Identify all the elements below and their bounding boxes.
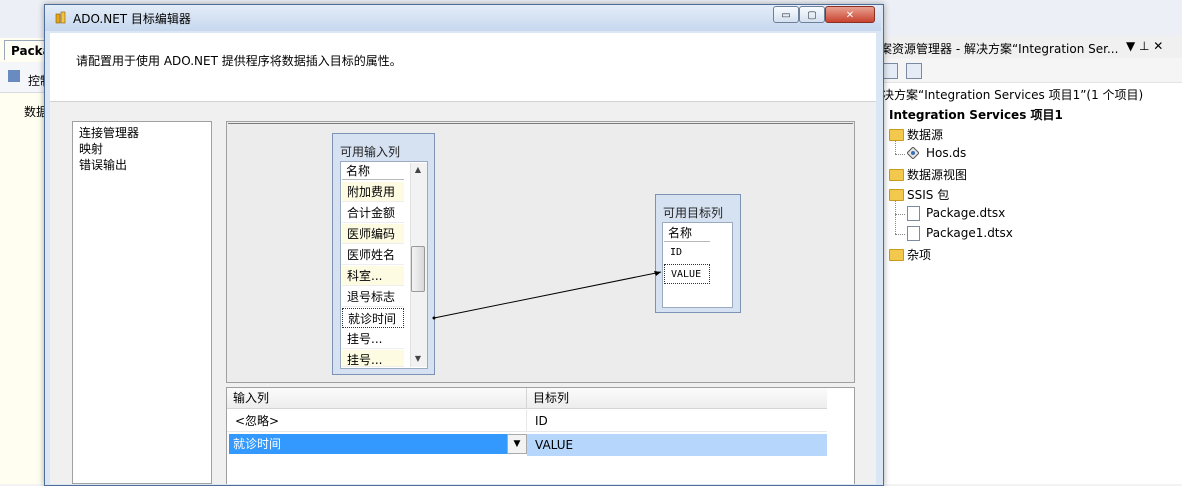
input-columns-header: 名称: [342, 163, 404, 180]
input-column-item[interactable]: 挂号...: [342, 350, 404, 367]
input-column-item-selected[interactable]: 就诊时间: [342, 308, 404, 328]
tree-solution[interactable]: 决方案“Integration Services 项目1”(1 个项目): [882, 86, 1143, 103]
properties-icon[interactable]: [882, 63, 898, 79]
tree-datasource-file[interactable]: Hos.ds: [926, 146, 966, 160]
available-destination-columns-title: 可用目标列: [663, 206, 724, 220]
tree-line: [895, 141, 896, 154]
grid-cell-destination[interactable]: ID: [527, 410, 827, 432]
tree-folder-misc[interactable]: 杂项: [907, 246, 931, 263]
grid-cell-destination-selected[interactable]: VALUE: [527, 434, 827, 456]
tree-folder-dsv[interactable]: 数据源视图: [907, 166, 967, 183]
input-column-item[interactable]: 科室...: [342, 266, 404, 286]
nav-item-mappings[interactable]: 映射: [79, 140, 103, 157]
solution-explorer-toolbar: [878, 58, 1182, 83]
tree-folder-datasources[interactable]: 数据源: [907, 126, 943, 143]
close-button[interactable]: ✕: [825, 6, 875, 23]
mapping-canvas-inner[interactable]: [228, 123, 853, 382]
available-input-columns-title: 可用输入列: [340, 145, 401, 159]
tree-line: [895, 201, 896, 234]
input-column-item[interactable]: 退号标志: [342, 287, 404, 307]
dialog-title: ADO.NET 目标编辑器: [73, 12, 191, 26]
maximize-button[interactable]: ▢: [799, 6, 825, 23]
dialog-header-description: 请配置用于使用 ADO.NET 提供程序将数据插入目标的属性。: [76, 54, 402, 68]
tree-package-1[interactable]: Package.dtsx: [926, 206, 1005, 220]
column-header-destination[interactable]: 目标列: [527, 388, 827, 408]
control-flow-icon: [8, 70, 20, 82]
folder-icon: [889, 249, 904, 261]
tree-folder-ssis[interactable]: SSIS 包: [907, 186, 949, 203]
tree-line: [895, 234, 905, 235]
grid-cell-input[interactable]: <忽略>: [227, 410, 527, 432]
input-column-item[interactable]: 挂号...: [342, 329, 404, 349]
folder-icon: [889, 129, 904, 141]
tree-line: [895, 154, 905, 155]
destination-columns-header: 名称: [664, 225, 710, 242]
tree-line: [895, 214, 905, 215]
input-column-item[interactable]: 附加费用: [342, 182, 404, 202]
folder-icon: [889, 169, 904, 181]
solution-explorer-window-buttons[interactable]: ▼ ⊥ ✕: [1126, 39, 1163, 53]
scroll-down-arrow-icon[interactable]: ▼: [410, 352, 426, 366]
input-column-item[interactable]: 合计金额: [342, 203, 404, 223]
datasource-icon: [907, 147, 919, 159]
chevron-down-icon[interactable]: ▼: [507, 434, 527, 454]
folder-icon: [889, 189, 904, 201]
column-header-input[interactable]: 输入列: [227, 388, 527, 408]
input-column-item[interactable]: 医师编码: [342, 224, 404, 244]
grid-cell-input-combobox[interactable]: 就诊时间: [229, 434, 507, 454]
tree-project[interactable]: Integration Services 项目1: [889, 106, 1063, 123]
scrollbar-thumb[interactable]: [411, 246, 425, 292]
package-file-icon: [907, 226, 920, 241]
nav-item-connection-manager[interactable]: 连接管理器: [79, 124, 139, 141]
page-navigation-list: [72, 121, 212, 484]
solution-explorer-title: 案资源管理器 - 解决方案“Integration Ser...: [880, 42, 1119, 56]
destination-column-item-selected[interactable]: VALUE: [664, 264, 710, 284]
minimize-button[interactable]: ▭: [773, 6, 799, 23]
dialog-app-icon: [55, 11, 66, 24]
scroll-up-arrow-icon[interactable]: ▲: [410, 163, 426, 177]
destination-column-item[interactable]: ID: [664, 243, 710, 263]
tree-package-2[interactable]: Package1.dtsx: [926, 226, 1013, 240]
package-file-icon: [907, 206, 920, 221]
show-all-files-icon[interactable]: [906, 63, 922, 79]
nav-item-error-output[interactable]: 错误输出: [79, 156, 127, 173]
input-column-item[interactable]: 医师姓名: [342, 245, 404, 265]
